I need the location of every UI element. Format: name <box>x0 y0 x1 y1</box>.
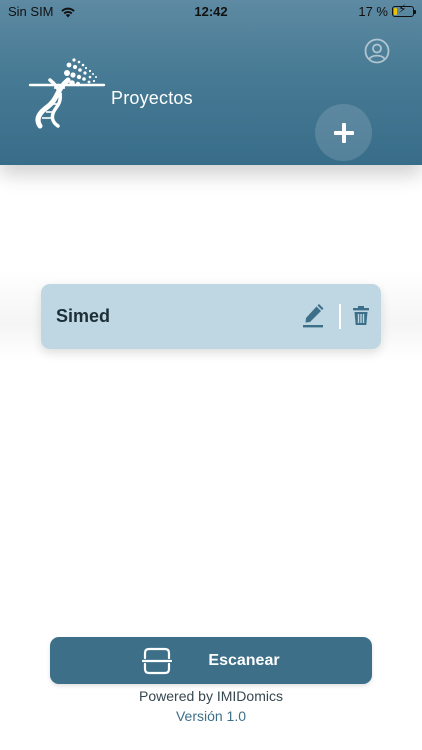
dna-logo-icon <box>28 58 106 129</box>
plus-icon <box>333 122 354 143</box>
trash-icon[interactable] <box>352 306 370 326</box>
scan-button-label: Escanear <box>208 651 280 669</box>
pencil-icon[interactable] <box>303 304 325 328</box>
battery-icon: ⚡ <box>392 2 416 17</box>
project-name: Simed <box>56 306 111 326</box>
battery-level <box>394 8 397 15</box>
charging-bolt-icon: ⚡ <box>398 2 407 16</box>
card-divider <box>339 304 341 329</box>
projects-screen: Sin SIM 12:42 17 % ⚡ Proyectos Simed Esc… <box>0 0 422 750</box>
scan-button[interactable]: Escanear <box>50 637 372 684</box>
add-project-button[interactable] <box>315 104 372 161</box>
header: Sin SIM 12:42 17 % ⚡ Proyectos <box>0 0 422 165</box>
status-right: 17 % ⚡ <box>358 2 416 19</box>
page-title: Proyectos <box>111 88 193 108</box>
status-bar: Sin SIM 12:42 17 % ⚡ <box>0 0 422 24</box>
scan-frame-icon <box>142 647 173 674</box>
powered-by-text: Powered by IMIDomics <box>139 688 283 704</box>
project-card[interactable]: Simed <box>41 284 381 349</box>
user-circle-icon[interactable] <box>364 38 390 64</box>
battery-percent: 17 % <box>358 4 388 19</box>
version-text: Versión 1.0 <box>175 708 247 724</box>
